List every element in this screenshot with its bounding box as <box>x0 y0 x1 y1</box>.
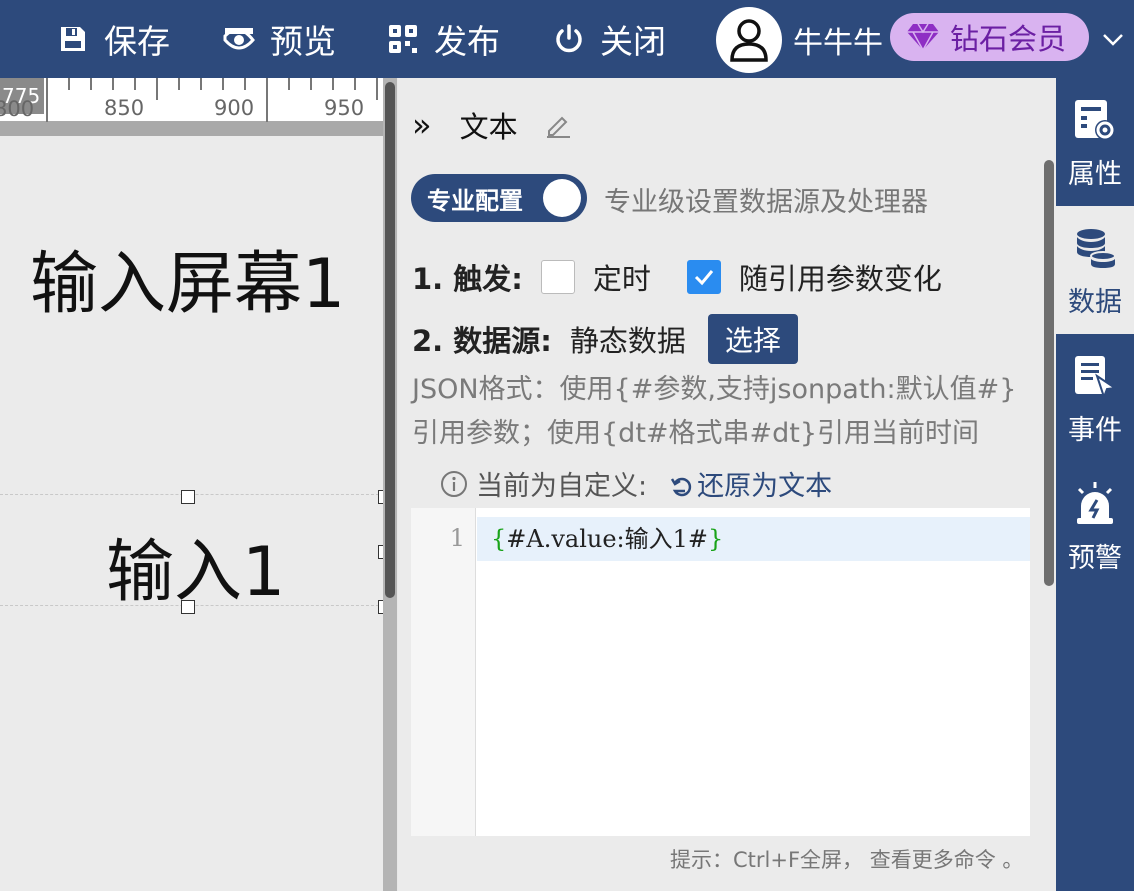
code-brace-close: } <box>708 525 724 553</box>
panel-title: 文本 <box>459 110 518 144</box>
design-canvas[interactable]: 775 800 850 900 950 输入屏幕1 输入1 <box>0 78 384 891</box>
timer-label: 定时 <box>592 262 651 296</box>
save-button[interactable]: 保存 <box>56 16 170 62</box>
nav-item-alarm[interactable]: 预警 <box>1056 462 1134 590</box>
restore-link[interactable]: 还原为文本 <box>669 464 832 503</box>
preview-icon <box>222 22 256 56</box>
timer-checkbox[interactable] <box>540 260 575 294</box>
datasource-row: 2. 数据源: 静态数据 选择 <box>412 314 798 364</box>
nav-label: 数据 <box>1068 287 1122 318</box>
qrcode-icon <box>386 22 420 56</box>
pro-config-toggle[interactable]: 专业配置 <box>411 174 587 222</box>
datasource-value: 静态数据 <box>569 324 686 358</box>
alarm-icon <box>1077 482 1113 524</box>
preview-label: 预览 <box>270 22 336 61</box>
toggle-label: 专业配置 <box>427 186 523 215</box>
line-number: 1 <box>449 524 465 552</box>
panel-header: » 文本 <box>412 104 572 146</box>
ruler-strip <box>0 122 384 136</box>
nav-label: 预警 <box>1068 543 1122 574</box>
publish-label: 发布 <box>434 22 500 61</box>
nav-item-data[interactable]: 数据 <box>1056 206 1134 334</box>
resize-handle[interactable] <box>181 600 195 614</box>
horizontal-ruler: 775 800 850 900 950 <box>0 78 384 122</box>
preview-button[interactable]: 预览 <box>222 16 336 62</box>
custom-status-row: 当前为自定义: 还原为文本 <box>440 464 832 503</box>
canvas-scrollbar[interactable] <box>385 82 395 598</box>
user-icon <box>730 19 768 62</box>
edit-icon[interactable] <box>544 111 572 139</box>
nav-label: 属性 <box>1068 159 1122 190</box>
nav-label: 事件 <box>1068 415 1122 446</box>
username[interactable]: 牛牛牛 <box>793 18 883 62</box>
top-toolbar: 保存 预览 发布 关闭 牛牛牛 钻石会员 <box>0 0 1134 78</box>
ruler-label: 850 <box>104 96 145 120</box>
editor-tip: 提示：Ctrl+F全屏， 查看更多命令 。 <box>670 848 1024 872</box>
trigger-row: 1. 触发: 定时 随引用参数变化 <box>412 256 942 298</box>
restore-label: 还原为文本 <box>697 471 833 502</box>
expand-icon[interactable]: » <box>412 106 432 144</box>
publish-button[interactable]: 发布 <box>386 16 500 62</box>
toggle-knob <box>543 179 581 217</box>
undo-icon <box>671 477 692 496</box>
ruler-label: 950 <box>324 96 365 120</box>
diamond-icon <box>907 23 939 52</box>
nav-item-events[interactable]: 事件 <box>1056 334 1134 462</box>
data-config-panel: » 文本 专业配置 专业级设置数据源及处理器 1. 触发: 定时 随引用参数变化… <box>398 78 1056 891</box>
editor-gutter: 1 <box>411 508 476 836</box>
info-icon <box>441 470 467 497</box>
ruler-label: 900 <box>214 96 255 120</box>
component-text[interactable]: 输入1 <box>106 516 285 615</box>
properties-icon <box>1075 100 1115 140</box>
membership-badge[interactable]: 钻石会员 <box>890 13 1089 61</box>
event-icon <box>1075 356 1118 400</box>
check-icon <box>694 270 714 286</box>
format-hint: JSON格式：使用{#参数,支持jsonpath:默认值#}引用参数；使用{dt… <box>412 374 1017 449</box>
panel-scrollbar[interactable] <box>1044 160 1054 586</box>
avatar[interactable] <box>716 7 782 73</box>
toggle-description: 专业级设置数据源及处理器 <box>604 187 928 218</box>
side-nav: 属性 数据 事件 预警 <box>1056 78 1134 891</box>
save-icon <box>56 22 90 56</box>
ruler-label: 800 <box>0 97 35 121</box>
nav-item-properties[interactable]: 属性 <box>1056 78 1134 206</box>
screen-title[interactable]: 输入屏幕1 <box>30 228 345 327</box>
code-text: #A.value:输入1# <box>506 525 709 553</box>
param-change-checkbox[interactable] <box>686 260 721 294</box>
custom-status: 当前为自定义: <box>476 471 648 502</box>
close-button[interactable]: 关闭 <box>552 16 666 62</box>
resize-handle[interactable] <box>181 490 195 504</box>
datasource-label: 2. 数据源: <box>412 324 552 358</box>
select-button[interactable]: 选择 <box>707 314 798 364</box>
code-line[interactable]: {#A.value:输入1#} <box>477 517 1030 561</box>
power-icon <box>552 22 586 56</box>
chevron-down-icon[interactable] <box>1100 26 1126 52</box>
param-change-label: 随引用参数变化 <box>738 262 942 296</box>
code-editor[interactable]: 1 {#A.value:输入1#} <box>411 508 1030 836</box>
database-icon <box>1077 229 1116 268</box>
membership-label: 钻石会员 <box>950 22 1067 56</box>
code-brace-open: { <box>491 525 507 553</box>
close-label: 关闭 <box>600 22 666 61</box>
save-label: 保存 <box>104 22 170 61</box>
trigger-label: 1. 触发: <box>412 262 523 296</box>
